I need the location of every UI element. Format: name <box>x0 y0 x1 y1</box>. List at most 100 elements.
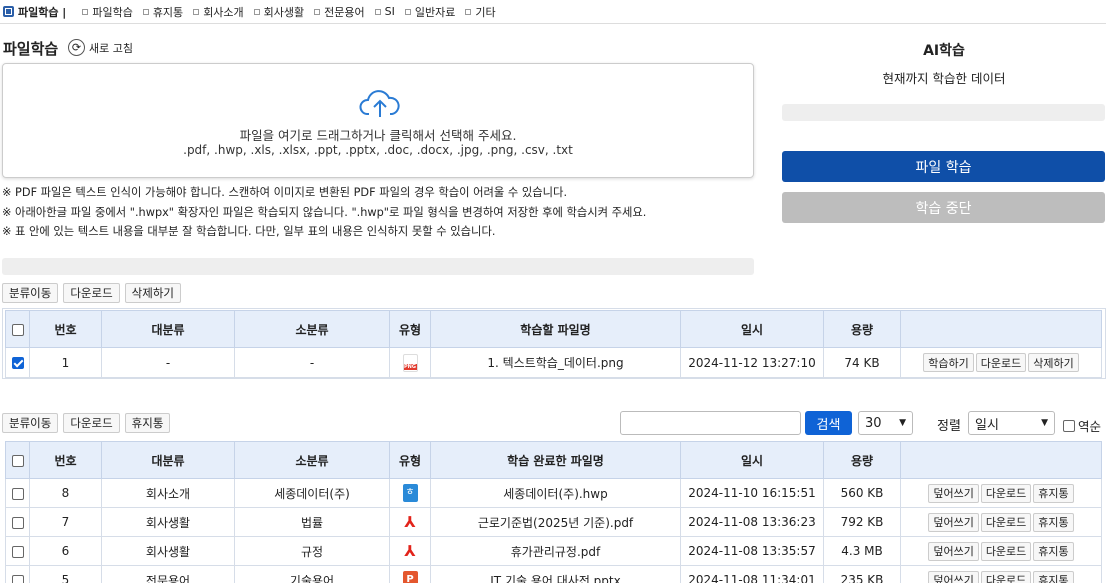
table-row: 7 회사생활 법률 ⅄ 근로기준법(2025년 기준).pdf 2024-11-… <box>5 507 1102 537</box>
overwrite-button[interactable]: 덮어쓰기 <box>928 570 979 583</box>
stop-learning-button[interactable]: 학습 중단 <box>782 192 1105 223</box>
row-type <box>389 347 431 378</box>
pending-download-button[interactable]: 다운로드 <box>63 283 120 303</box>
row-checkbox[interactable] <box>11 516 24 529</box>
row-actions: 학습하기 다운로드 삭제하기 <box>900 347 1102 378</box>
row-checkbox[interactable] <box>11 574 24 583</box>
row-select-cell[interactable] <box>5 478 30 508</box>
row-select-cell[interactable] <box>5 507 30 537</box>
row-trash-button[interactable]: 휴지통 <box>1033 483 1074 503</box>
row-download-button[interactable]: 다운로드 <box>980 483 1032 503</box>
learned-files-table: 번호 대분류 소분류 유형 학습 완료한 파일명 일시 용량 8 회사소개 세종… <box>5 441 1102 583</box>
nav-item-company-intro[interactable]: 회사소개 <box>193 4 244 20</box>
bullet-icon <box>193 8 200 15</box>
select-all-checkbox[interactable] <box>11 454 24 467</box>
note-pdf: ※ PDF 파일은 텍스트 인식이 가능해야 합니다. 스캔하여 이미지로 변환… <box>2 186 568 199</box>
reverse-order-checkbox[interactable] <box>1063 419 1075 432</box>
select-all-cell[interactable] <box>5 441 30 479</box>
note-hwpx: ※ 아래아한글 파일 중에서 ".hwpx" 확장자인 파일은 학습되지 않습니… <box>2 205 647 219</box>
row-download-button[interactable]: 다운로드 <box>980 570 1032 583</box>
nav-item-general[interactable]: 일반자료 <box>404 4 455 20</box>
pdf-file-icon: ⅄ <box>402 542 418 560</box>
row-type: ⅄ <box>389 536 431 566</box>
row-type: ⅄ <box>389 507 431 537</box>
bullet-icon <box>253 8 260 15</box>
bullet-icon <box>404 8 411 15</box>
page-size-select[interactable]: 30 ▼ <box>858 411 913 435</box>
select-all-cell[interactable] <box>5 310 30 348</box>
row-no: 5 <box>29 565 102 583</box>
row-size: 560 KB <box>823 478 901 508</box>
row-checkbox[interactable] <box>11 357 24 369</box>
overwrite-button[interactable]: 덮어쓰기 <box>928 512 979 532</box>
nav-item-trash[interactable]: 휴지통 <box>142 4 183 20</box>
search-input[interactable] <box>620 411 801 435</box>
nav-brand[interactable]: 파일학습 | <box>18 4 66 20</box>
bullet-icon <box>82 8 89 15</box>
row-download-button[interactable]: 다운로드 <box>975 353 1027 372</box>
sort-select[interactable]: 일시 ▼ <box>968 411 1055 435</box>
row-select-cell[interactable] <box>5 536 30 566</box>
nav-item-etc[interactable]: 기타 <box>465 4 496 20</box>
col-actions <box>900 310 1102 348</box>
col-date: 일시 <box>680 441 824 479</box>
row-checkbox[interactable] <box>11 487 24 500</box>
ai-panel-subtitle: 현재까지 학습한 데이터 <box>882 71 1006 86</box>
pending-delete-button[interactable]: 삭제하기 <box>124 283 181 303</box>
row-download-button[interactable]: 다운로드 <box>980 541 1032 561</box>
refresh-button[interactable]: ⟳ 새로 고침 <box>68 39 133 56</box>
nav-item-file-learning[interactable]: 파일학습 <box>82 4 133 20</box>
upload-progress-bar <box>2 258 754 275</box>
learned-table-header: 번호 대분류 소분류 유형 학습 완료한 파일명 일시 용량 <box>5 441 1102 479</box>
png-file-icon <box>402 353 418 372</box>
row-size: 792 KB <box>823 507 901 537</box>
row-trash-button[interactable]: 휴지통 <box>1033 512 1074 532</box>
col-no: 번호 <box>29 441 102 479</box>
done-trash-button[interactable]: 휴지통 <box>124 413 171 433</box>
table-row: 8 회사소개 세종데이터(주) ㅎ 세종데이터(주).hwp 2024-11-1… <box>5 478 1102 508</box>
row-select-cell[interactable] <box>5 347 30 378</box>
table-row: 6 회사생활 규정 ⅄ 휴가관리규정.pdf 2024-11-08 13:35:… <box>5 536 1102 566</box>
row-date: 2024-11-08 13:36:23 <box>680 507 824 537</box>
file-learn-button[interactable]: 파일 학습 <box>782 151 1105 182</box>
table-row: 1 - - 1. 텍스트학습_데이터.png 2024-11-12 13:27:… <box>5 347 1102 378</box>
row-download-button[interactable]: 다운로드 <box>980 512 1032 532</box>
nav-item-terminology[interactable]: 전문용어 <box>314 4 365 20</box>
row-no: 1 <box>29 347 102 378</box>
row-actions: 덮어쓰기 다운로드 휴지통 <box>900 565 1102 583</box>
done-download-button[interactable]: 다운로드 <box>63 413 120 433</box>
row-trash-button[interactable]: 휴지통 <box>1033 570 1074 583</box>
learn-now-button[interactable]: 학습하기 <box>923 353 974 372</box>
row-checkbox[interactable] <box>11 545 24 558</box>
bullet-icon <box>374 8 381 15</box>
select-all-checkbox[interactable] <box>11 323 24 336</box>
row-actions: 덮어쓰기 다운로드 휴지통 <box>900 536 1102 566</box>
page-size-value: 30 <box>865 415 882 431</box>
pending-move-category-button[interactable]: 분류이동 <box>2 283 59 303</box>
row-trash-button[interactable]: 휴지통 <box>1033 541 1074 561</box>
row-select-cell[interactable] <box>5 565 30 583</box>
nav-item-si[interactable]: SI <box>374 5 395 18</box>
overwrite-button[interactable]: 덮어쓰기 <box>928 541 979 561</box>
nav-item-company-life[interactable]: 회사생활 <box>253 4 304 20</box>
row-no: 7 <box>29 507 102 537</box>
row-no: 6 <box>29 536 102 566</box>
reverse-order-toggle[interactable]: 역순 <box>1063 416 1101 435</box>
ai-panel-title: AI학습 <box>923 43 965 59</box>
row-delete-button[interactable]: 삭제하기 <box>1028 353 1079 372</box>
row-size: 74 KB <box>823 347 901 378</box>
row-actions: 덮어쓰기 다운로드 휴지통 <box>900 478 1102 508</box>
col-major: 대분류 <box>101 441 235 479</box>
bullet-icon <box>142 8 149 15</box>
col-actions <box>900 441 1102 479</box>
search-button[interactable]: 검색 <box>805 411 852 435</box>
file-dropzone[interactable]: 파일을 여기로 드래그하거나 클릭해서 선택해 주세요. .pdf, .hwp,… <box>2 63 754 178</box>
row-date: 2024-11-08 11:34:01 <box>680 565 824 583</box>
col-filename: 학습 완료한 파일명 <box>430 441 681 479</box>
pending-table-header: 번호 대분류 소분류 유형 학습할 파일명 일시 용량 <box>5 310 1102 348</box>
row-no: 8 <box>29 478 102 508</box>
overwrite-button[interactable]: 덮어쓰기 <box>928 483 979 503</box>
app-logo-icon <box>3 6 14 17</box>
pdf-file-icon: ⅄ <box>402 513 418 531</box>
done-move-category-button[interactable]: 분류이동 <box>2 413 59 433</box>
